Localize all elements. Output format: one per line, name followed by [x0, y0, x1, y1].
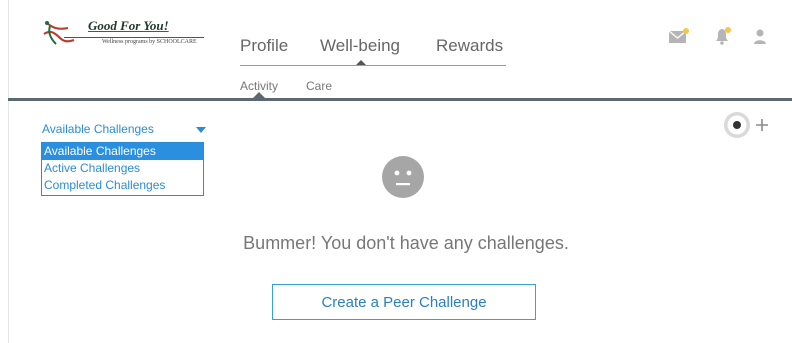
active-nav-caret-icon — [356, 60, 366, 65]
user-icon[interactable] — [752, 27, 768, 45]
subnav-activity[interactable]: Activity — [240, 79, 278, 93]
left-border — [8, 0, 9, 343]
brand-title: Good For You! — [88, 18, 169, 33]
dropdown-arrow-icon[interactable] — [196, 127, 206, 133]
bell-icon[interactable] — [712, 26, 734, 46]
option-active-challenges[interactable]: Active Challenges — [42, 160, 203, 177]
runner-logo-icon — [43, 21, 75, 45]
add-challenge-button[interactable] — [722, 110, 770, 140]
empty-state-message: Bummer! You don't have any challenges. — [243, 233, 569, 253]
nav-profile[interactable]: Profile — [240, 36, 288, 56]
challenge-filter-select[interactable]: Available Challenges — [42, 122, 154, 136]
subnav-care[interactable]: Care — [306, 79, 332, 93]
header-divider — [8, 98, 792, 101]
create-peer-challenge-button[interactable]: Create a Peer Challenge — [272, 284, 536, 320]
nav-well-being[interactable]: Well-being — [320, 36, 400, 56]
challenge-filter-options: Available Challenges Active Challenges C… — [41, 142, 204, 196]
neutral-face-icon — [381, 155, 425, 199]
mail-icon[interactable] — [668, 28, 690, 44]
nav-rewards[interactable]: Rewards — [436, 36, 503, 56]
record-plus-icon — [724, 112, 768, 138]
brand-rule — [64, 37, 204, 38]
brand-logo[interactable]: Good For You! Wellness programs by SCHOO… — [38, 18, 206, 50]
option-available-challenges[interactable]: Available Challenges — [42, 143, 203, 160]
option-completed-challenges[interactable]: Completed Challenges — [42, 177, 203, 194]
brand-subtitle: Wellness programs by SCHOOLCARE — [102, 39, 197, 45]
primary-nav-underline — [240, 65, 506, 66]
